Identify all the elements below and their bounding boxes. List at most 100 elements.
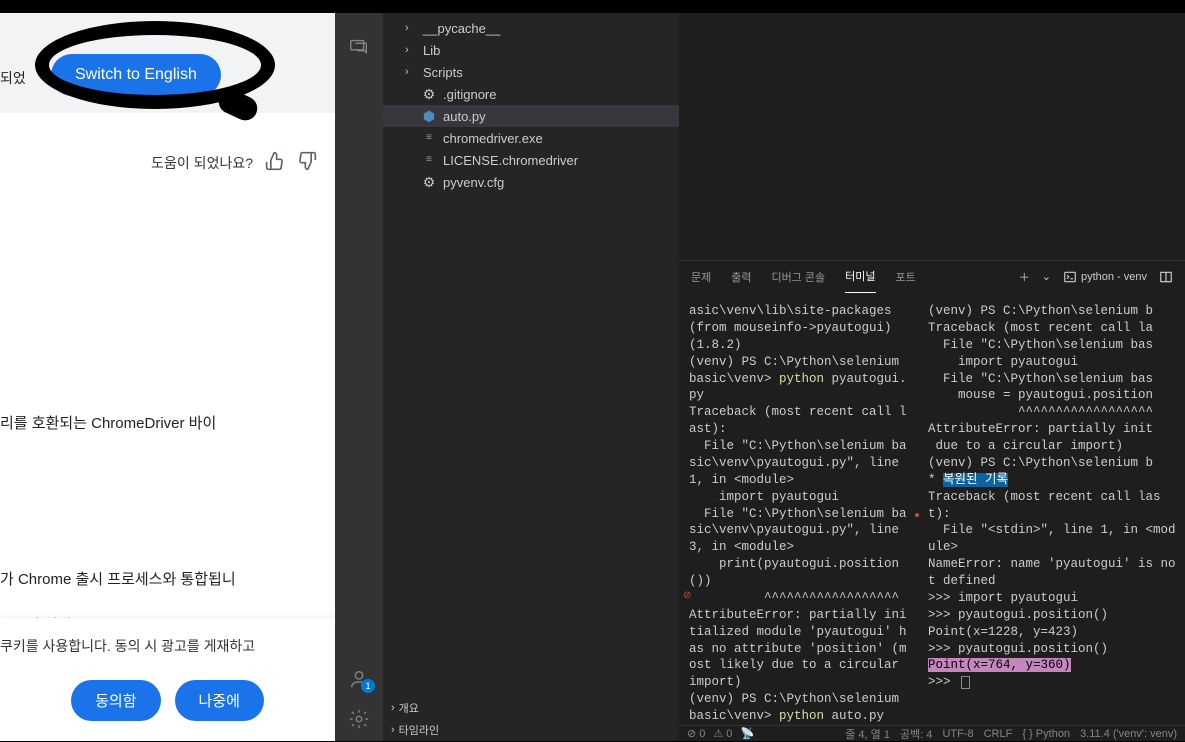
terminal-line: NameError: name 'pyautogui' is not defin…	[928, 556, 1177, 590]
terminal-line: >>>	[928, 674, 1177, 691]
status-item[interactable]: 3.11.4 ('venv': venv)	[1080, 728, 1177, 740]
terminal-selector[interactable]: python - venv	[1063, 270, 1147, 284]
status-errors-icon[interactable]: ⚠ 0	[713, 727, 732, 740]
tree-item-label: auto.py	[443, 109, 486, 124]
chevron-right-icon: ›	[391, 702, 395, 714]
terminal-line: (venv) PS C:\Python\selenium basic\venv>…	[689, 354, 907, 405]
tree-item-label: Lib	[423, 43, 440, 58]
chevron-right-icon: ›	[391, 724, 395, 736]
file-item[interactable]: ≡chromedriver.exe	[383, 127, 679, 149]
status-bar: ⊘ 0 ⚠ 0 📡 줄 4, 열 1 공백: 4 UTF-8 CRLF { } Pyth…	[679, 725, 1185, 741]
terminal-line: AttributeError: partially init	[928, 421, 1177, 438]
gear-icon: ⚙	[421, 86, 437, 103]
file-item[interactable]: ≡ LICENSE.chromedriver	[383, 149, 679, 171]
terminal-line: Point(x=1228, y=423)	[928, 624, 1177, 641]
terminal-line: ^^^^^^^^^^^^^^^^^^	[928, 404, 1177, 421]
content-paragraph-2: 가 Chrome 출시 프로세스와 통합됩니	[0, 568, 335, 592]
terminal-line: File "C:\Python\selenium bas	[928, 371, 1177, 388]
file-item[interactable]: ⚙ .gitignore	[383, 83, 679, 105]
panel-tab[interactable]: 출력	[731, 261, 751, 293]
outline-label: 개요	[399, 700, 419, 716]
panel-tab[interactable]: 디버그 콘솔	[772, 261, 826, 293]
terminal-cursor	[961, 676, 970, 689]
file-item[interactable]: ⬢auto.py	[383, 105, 679, 127]
timeline-section-header[interactable]: › 타임라인	[383, 719, 679, 741]
terminal-panel: 문제 출력 디버그 콘솔 터미널 포트 ＋ ⌄ python - venv	[679, 260, 1185, 725]
terminal-line: (venv) PS C:\Python\selenium basic\venv>…	[689, 691, 907, 725]
folder-item[interactable]: ›Scripts	[383, 61, 679, 83]
terminal-name: python - venv	[1081, 271, 1147, 283]
chevron-right-icon: ›	[405, 44, 417, 56]
settings-gear-icon[interactable]	[347, 707, 371, 731]
timeline-label: 타임라인	[399, 722, 439, 738]
helpful-label: 도움이 되었나요?	[151, 153, 253, 173]
terminal-line: >>> pyautogui.position()	[928, 641, 1177, 658]
terminal-icon	[1063, 270, 1077, 284]
banner-text-fragment: 되었	[0, 68, 26, 88]
error-indicator-icon: ⊘	[683, 590, 691, 604]
title-bar-fragment	[335, 0, 1185, 13]
folder-item[interactable]: › __pycache__	[383, 17, 679, 39]
terminal-line: Traceback (most recent call last):	[689, 404, 907, 438]
outline-section-header[interactable]: › 개요	[383, 697, 679, 719]
vscode-window: 1 › __pycache__ › Lib ›Scripts ⚙ .gitignore ⬢au…	[335, 0, 1185, 741]
terminal-split-right[interactable]: (venv) PS C:\Python\selenium b Traceback …	[918, 293, 1185, 725]
file-item[interactable]: ⚙ pyvenv.cfg	[383, 171, 679, 193]
terminal-line: ⊘ ^^^^^^^^^^^^^^^^^^	[689, 590, 907, 607]
terminal-line: Point(x=764, y=360)	[928, 657, 1177, 674]
tree-item-label: .gitignore	[443, 87, 496, 102]
text-file-icon: ≡	[421, 155, 437, 166]
status-item[interactable]: { } Python	[1022, 728, 1070, 740]
split-terminal-icon[interactable]	[1159, 270, 1173, 284]
panel-tab[interactable]: 터미널	[845, 260, 875, 293]
tree-item-label: LICENSE.chromedriver	[443, 153, 578, 168]
terminal-line: (venv) PS C:\Python\selenium b	[928, 455, 1177, 472]
activity-bar: 1	[335, 13, 383, 741]
terminal-dropdown-icon[interactable]: ⌄	[1042, 270, 1051, 283]
terminal-line: AttributeError: partially initialized mo…	[689, 607, 907, 691]
status-item[interactable]: 공백: 4	[900, 726, 932, 742]
folder-item[interactable]: › Lib	[383, 39, 679, 61]
terminal-line: print(pyautogui.position())	[689, 556, 907, 590]
editor-empty-region[interactable]	[679, 13, 1185, 260]
cookie-later-button[interactable]: 나중에	[175, 680, 264, 721]
gear-icon: ⚙	[421, 174, 437, 191]
panel-tab[interactable]: 문제	[691, 261, 711, 293]
chevron-right-icon: ›	[405, 66, 417, 78]
new-terminal-button[interactable]: ＋	[1019, 269, 1030, 285]
terminal-line: asic\venv\lib\site-packages (from mousei…	[689, 303, 907, 354]
accounts-icon[interactable]: 1	[347, 667, 371, 691]
terminal-body: asic\venv\lib\site-packages (from mousei…	[679, 293, 1185, 725]
terminal-line: File "C:\Python\selenium basic\venv\pyau…	[689, 506, 907, 557]
terminal-line: Traceback (most recent call la	[928, 320, 1177, 337]
cookie-text: 쿠키를 사용합니다. 동의 시 광고를 게재하고	[0, 636, 335, 656]
terminal-line: Traceback (most recent call last):	[928, 489, 1177, 523]
status-item[interactable]: 줄 4, 열 1	[845, 726, 890, 742]
tree-item-label: pyvenv.cfg	[443, 175, 504, 190]
helpful-feedback-row: 도움이 되었나요?	[0, 113, 335, 184]
text-file-icon: ≡	[421, 133, 437, 144]
comments-icon[interactable]	[347, 35, 371, 59]
chevron-right-icon: ›	[405, 22, 417, 34]
terminal-line: due to a circular import)	[928, 438, 1177, 455]
black-bar	[0, 0, 335, 13]
status-item[interactable]: CRLF	[984, 728, 1013, 740]
status-item[interactable]: UTF-8	[942, 728, 973, 740]
browser-panel: 되었 Switch to English 도움이 되었나요? 리를 호환되는 C…	[0, 0, 335, 741]
cookie-agree-button[interactable]: 동의함	[71, 680, 160, 721]
status-radio-icon[interactable]: 📡	[740, 727, 754, 740]
thumbs-up-button[interactable]	[265, 151, 285, 174]
switch-to-english-button[interactable]: Switch to English	[51, 54, 221, 96]
thumbs-down-icon	[297, 151, 317, 171]
status-warnings-icon[interactable]: ⊘ 0	[687, 727, 705, 740]
thumbs-down-button[interactable]	[297, 151, 317, 174]
cookie-consent-bar: 쿠키를 사용합니다. 동의 시 광고를 게재하고 동의함 나중에	[0, 618, 335, 741]
editor-area: 문제 출력 디버그 콘솔 터미널 포트 ＋ ⌄ python - venv	[679, 13, 1185, 741]
terminal-line: >>> import pyautogui	[928, 590, 1177, 607]
terminal-line: * 복원된 기록	[928, 472, 1177, 489]
panel-tab[interactable]: 포트	[896, 261, 916, 293]
terminal-line: File "C:\Python\selenium bas	[928, 337, 1177, 354]
tree-item-label: __pycache__	[423, 21, 500, 36]
terminal-line: >>> pyautogui.position()	[928, 607, 1177, 624]
terminal-split-left[interactable]: asic\venv\lib\site-packages (from mousei…	[679, 293, 915, 725]
